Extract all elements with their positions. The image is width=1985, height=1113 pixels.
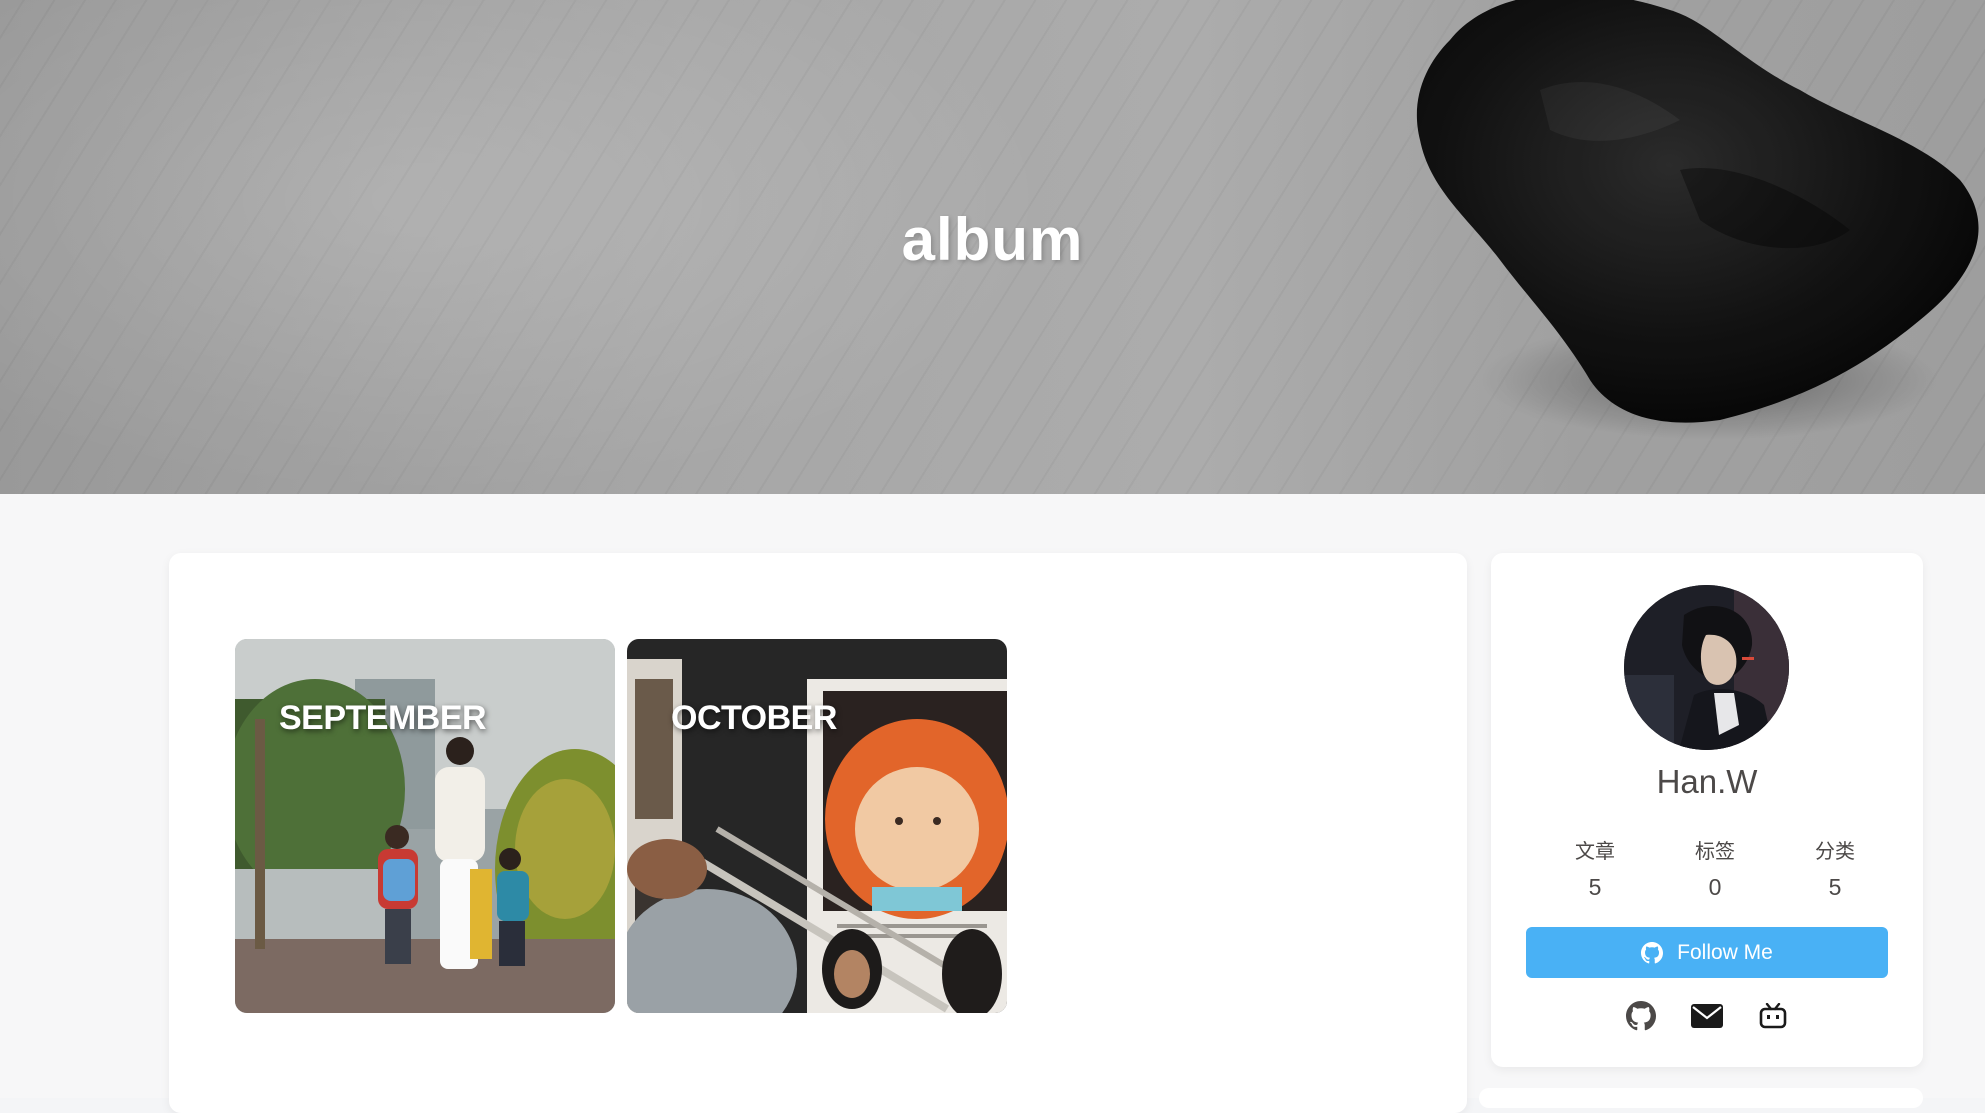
album-cover-image: [627, 639, 1007, 1013]
author-info-card: Han.W 文章 5 标签 0 分类 5 Follow Me: [1491, 553, 1923, 1067]
stat-label: 分类: [1815, 841, 1855, 863]
album-label: SEPTEMBER: [279, 699, 487, 737]
stat-tags[interactable]: 标签 0: [1655, 835, 1775, 901]
stat-value: 0: [1708, 874, 1722, 900]
stat-label: 文章: [1575, 841, 1615, 863]
follow-me-button[interactable]: Follow Me: [1526, 927, 1888, 978]
author-stats: 文章 5 标签 0 分类 5: [1535, 835, 1895, 901]
album-card-september[interactable]: SEPTEMBER: [235, 639, 615, 1013]
album-cover-image: [235, 639, 615, 1013]
stat-label: 标签: [1695, 841, 1735, 863]
album-card-october[interactable]: OCTOBER: [627, 639, 1007, 1013]
page-title: album: [901, 206, 1084, 273]
stat-articles[interactable]: 文章 5: [1535, 835, 1655, 901]
envelope-icon[interactable]: [1691, 1000, 1723, 1032]
page-header-banner: album: [0, 0, 1985, 494]
album-list-card: SEPTEMBER OCTOBER: [169, 553, 1467, 1113]
follow-me-label: Follow Me: [1677, 940, 1773, 964]
author-name: Han.W: [1656, 763, 1758, 800]
bilibili-icon[interactable]: [1757, 1000, 1789, 1032]
avatar[interactable]: [1624, 585, 1789, 750]
github-icon: [1641, 941, 1664, 964]
album-label: OCTOBER: [671, 699, 837, 737]
next-sidebar-card: [1479, 1088, 1923, 1108]
stat-categories[interactable]: 分类 5: [1775, 835, 1895, 901]
stat-value: 5: [1588, 874, 1602, 900]
social-links: [1491, 1000, 1923, 1032]
github-icon[interactable]: [1625, 1000, 1657, 1032]
stat-value: 5: [1828, 874, 1842, 900]
